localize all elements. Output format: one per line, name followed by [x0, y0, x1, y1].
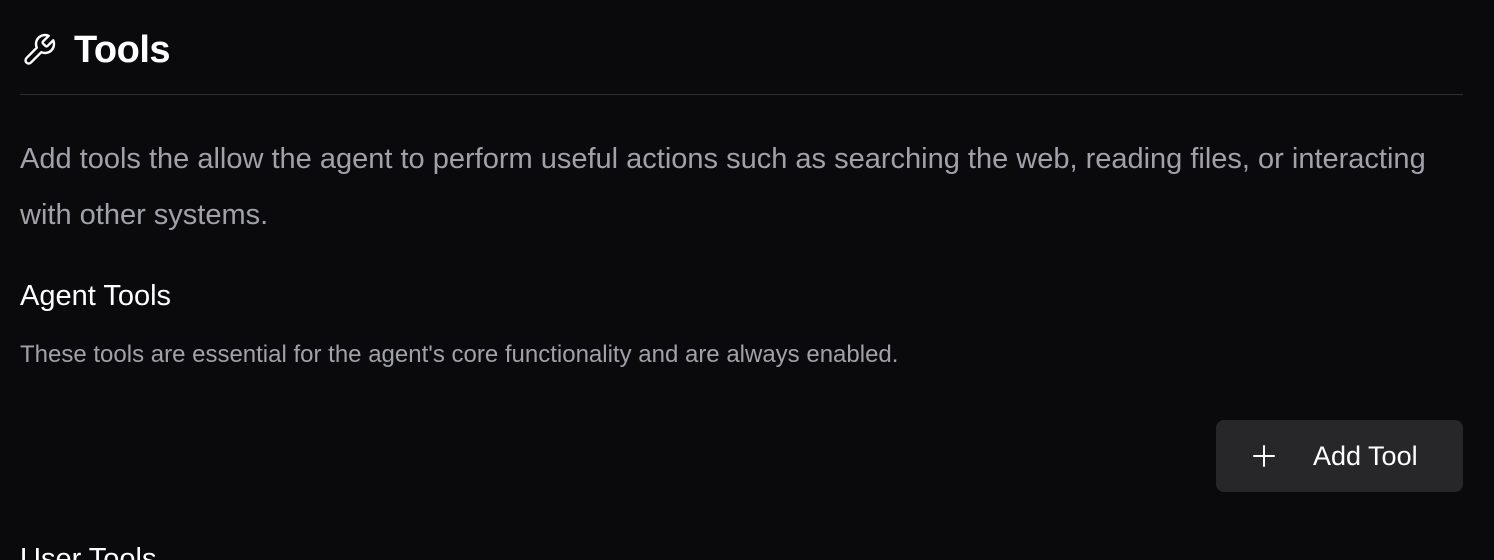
- wrench-icon: [20, 31, 58, 69]
- header-divider: [20, 94, 1463, 95]
- tools-panel: Tools Add tools the allow the agent to p…: [20, 0, 1463, 560]
- user-tools-title: User Tools: [20, 543, 157, 560]
- agent-tools-subtitle: These tools are essential for the agent'…: [20, 341, 899, 368]
- plus-icon: [1252, 444, 1276, 468]
- tools-header: Tools: [20, 22, 171, 78]
- add-tool-label: Add Tool: [1313, 440, 1418, 471]
- agent-tools-title: Agent Tools: [20, 280, 172, 312]
- tools-description: Add tools the allow the agent to perform…: [20, 143, 1426, 231]
- add-tool-button[interactable]: Add Tool: [1216, 420, 1463, 492]
- page-title: Tools: [74, 28, 171, 71]
